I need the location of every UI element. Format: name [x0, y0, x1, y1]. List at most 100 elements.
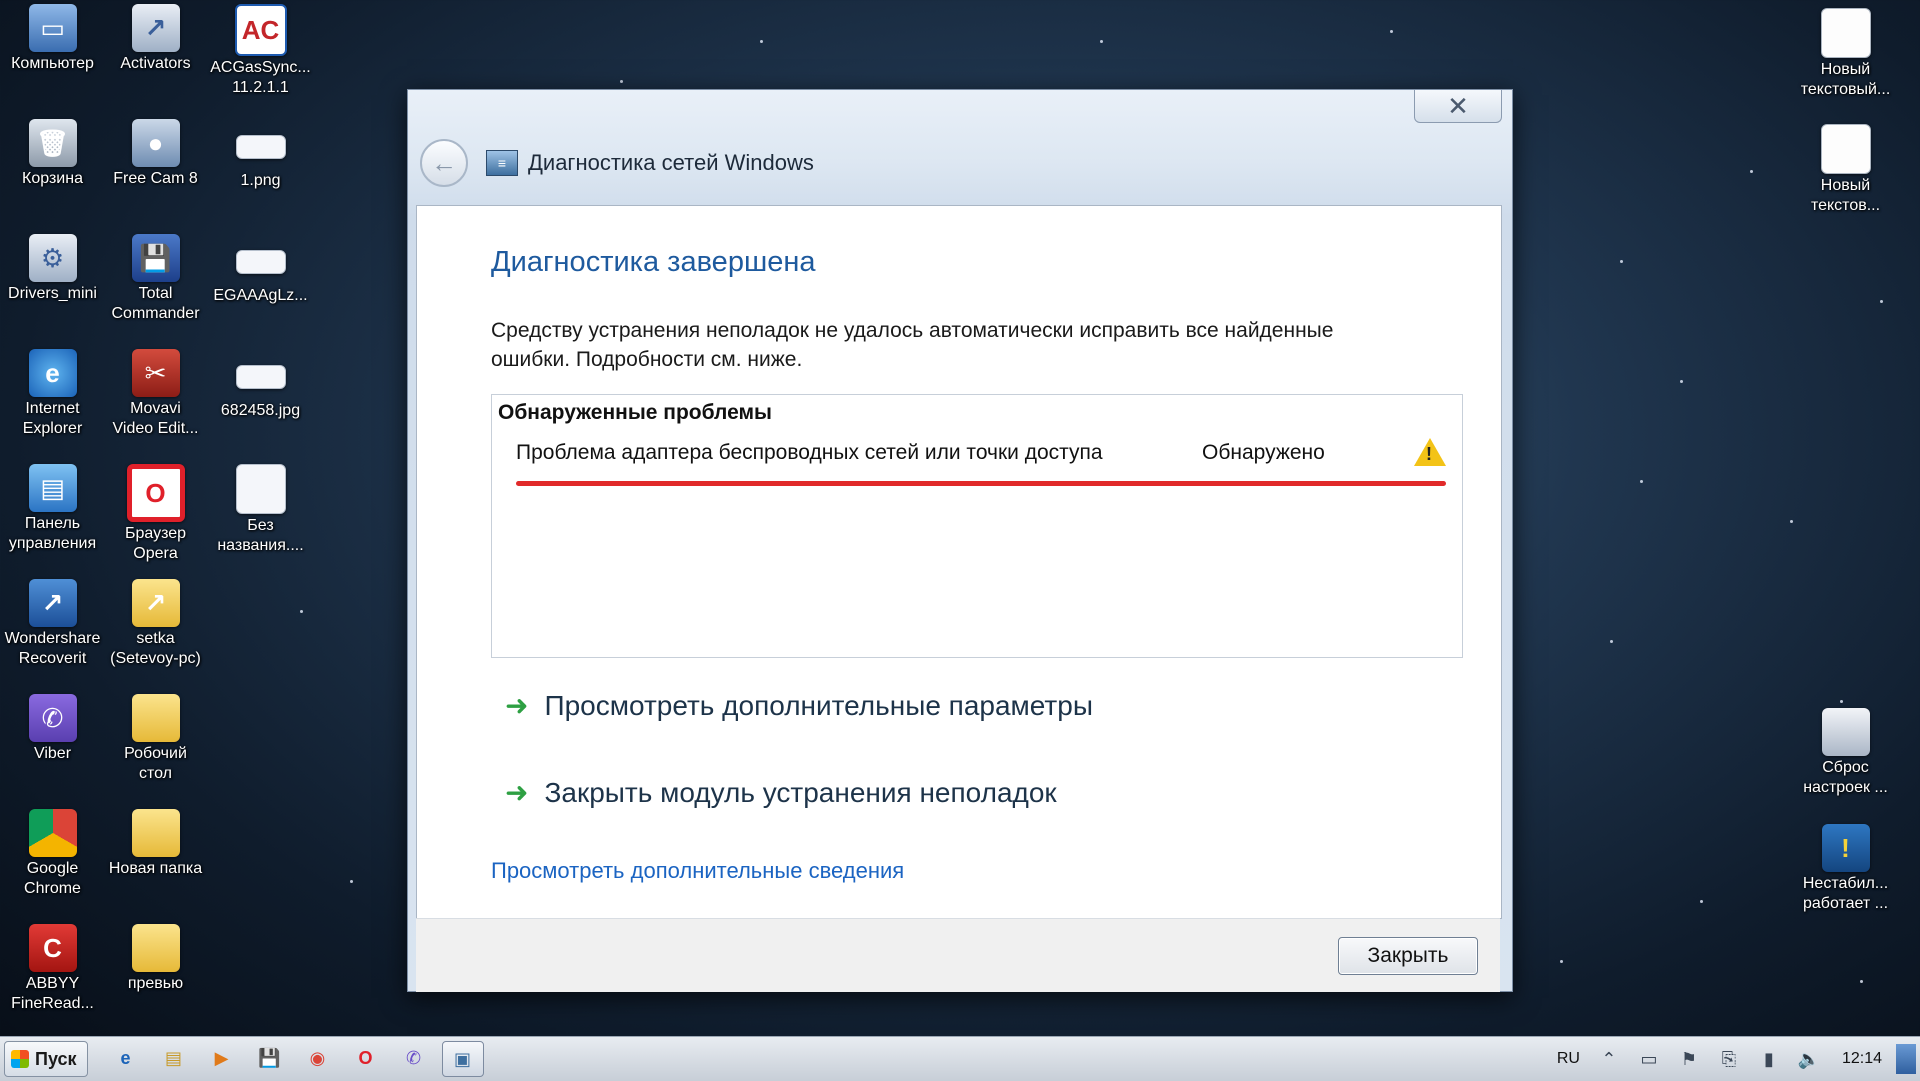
- desktop-icon[interactable]: Google Chrome: [0, 809, 105, 899]
- close-troubleshooter-link[interactable]: ➜ Закрыть модуль устранения неполадок: [505, 776, 1057, 809]
- desktop-icon[interactable]: ✆ Viber: [0, 694, 105, 764]
- problem-row[interactable]: Проблема адаптера беспроводных сетей или…: [516, 438, 1446, 467]
- acgassync-icon: AC: [234, 4, 287, 56]
- close-window-button[interactable]: ✕: [1414, 90, 1502, 123]
- desktop-icon[interactable]: превью: [103, 924, 208, 994]
- desktop-icon[interactable]: ✂ Movavi Video Edit...: [103, 349, 208, 439]
- desktop-icon-label: Internet Explorer: [22, 400, 83, 437]
- desktop-icon[interactable]: AC ACGasSync... 11.2.1.1: [208, 4, 313, 98]
- freecam-icon: ●: [131, 119, 180, 167]
- start-button[interactable]: Пуск: [4, 1041, 88, 1077]
- close-button[interactable]: Закрыть: [1338, 937, 1478, 975]
- show-desktop-button[interactable]: [1896, 1044, 1916, 1074]
- viber-taskbar-icon[interactable]: ✆: [394, 1041, 434, 1075]
- desktop-icon-label: Google Chrome: [24, 860, 81, 897]
- folder-icon: [131, 694, 180, 742]
- problems-header: Обнаруженные проблемы: [498, 401, 772, 424]
- desktop-icon[interactable]: 682458.jpg: [208, 349, 313, 421]
- view-additional-options-link[interactable]: ➜ Просмотреть дополнительные параметры: [505, 689, 1093, 722]
- desktop-icon[interactable]: Новая папка: [103, 809, 208, 879]
- folder-icon: [131, 809, 180, 857]
- desktop-icon-label: Новый текстов...: [1810, 177, 1881, 214]
- drivers-icon: ⚙: [28, 234, 77, 282]
- clock[interactable]: 12:14: [1842, 1050, 1882, 1068]
- volume-icon[interactable]: 🔈: [1796, 1046, 1822, 1072]
- desktop-icon[interactable]: Робочий стол: [103, 694, 208, 784]
- problem-status: Обнаружено: [1202, 441, 1325, 464]
- desktop-icon-label: 1.png: [240, 172, 281, 189]
- diagnostics-heading: Диагностика завершена: [491, 246, 816, 278]
- desktop-icon[interactable]: Новый текстовый...: [1793, 8, 1898, 100]
- back-button[interactable]: ←: [420, 139, 468, 187]
- desktop-icon[interactable]: 1.png: [208, 119, 313, 191]
- desktop-icon-label: Free Cam 8: [113, 170, 198, 187]
- explorer-taskbar-icon[interactable]: ▤: [154, 1041, 194, 1075]
- desktop-icon[interactable]: ↗ Wondershare Recoverit: [0, 579, 105, 669]
- desktop-icon-label: Нестабил... работает ...: [1802, 875, 1889, 912]
- desktop-icon-label: Браузер Opera: [124, 525, 187, 562]
- content-panel: Диагностика завершена Средству устранени…: [416, 205, 1502, 919]
- chrome-taskbar-icon[interactable]: ◉: [298, 1041, 338, 1075]
- viber-icon: ✆: [28, 694, 77, 742]
- desktop-icon[interactable]: ! Нестабил... работает ...: [1793, 824, 1898, 914]
- action-center-flag-icon[interactable]: ⚑: [1676, 1046, 1702, 1072]
- desktop-icon[interactable]: ▭ Компьютер: [0, 4, 105, 74]
- abbyy-icon: C: [28, 924, 77, 972]
- dialog-titlebar: ← ≡ Диагностика сетей Windows: [420, 139, 1500, 187]
- control-panel-icon: ▤: [28, 464, 77, 512]
- desktop-icon[interactable]: O Браузер Opera: [103, 464, 208, 564]
- monitor-icon[interactable]: ▭: [1636, 1046, 1662, 1072]
- desktop-icon-label: Панель управления: [8, 515, 97, 552]
- desktop-icon-label: Total Commander: [111, 285, 200, 322]
- show-hidden-icons-icon[interactable]: ⌃: [1596, 1046, 1622, 1072]
- warning-icon: !: [1414, 438, 1446, 466]
- back-arrow-icon: ←: [431, 147, 457, 178]
- action-label: Просмотреть дополнительные параметры: [544, 689, 1093, 721]
- network-diagnostics-taskbar-icon[interactable]: ▣: [441, 1041, 484, 1077]
- system-tray: RU ⌃ ▭ ⚑ ⎘ ▮ 🔈 12:14: [1557, 1037, 1920, 1081]
- desktop-icon[interactable]: Без названия....: [208, 464, 313, 556]
- recycle-bin-icon: 🗑: [28, 119, 77, 167]
- language-indicator[interactable]: RU: [1557, 1050, 1580, 1068]
- text-file-icon: [1820, 124, 1871, 174]
- media-player-taskbar-icon[interactable]: ▶: [202, 1041, 242, 1075]
- problems-box: Обнаруженные проблемы Проблема адаптера …: [491, 394, 1463, 658]
- desktop-icon-label: Корзина: [22, 170, 83, 187]
- desktop-icon[interactable]: Новый текстов...: [1793, 124, 1898, 216]
- desktop-icon[interactable]: 💾 Total Commander: [103, 234, 208, 324]
- red-underline-annotation: [516, 481, 1446, 486]
- green-arrow-icon: ➜: [505, 777, 529, 808]
- desktop-icon-label: превью: [127, 975, 184, 992]
- chrome-icon: [28, 809, 77, 857]
- desktop-icon[interactable]: Сброс настроек ...: [1793, 708, 1898, 798]
- movavi-icon: ✂: [131, 349, 180, 397]
- desktop-icon[interactable]: C ABBYY FineRead...: [0, 924, 105, 1014]
- desktop-icon-label: Activators: [120, 55, 191, 72]
- opera-taskbar-icon[interactable]: O: [346, 1041, 386, 1075]
- desktop-icon[interactable]: ▤ Панель управления: [0, 464, 105, 554]
- usb-device-icon[interactable]: ⎘: [1716, 1046, 1742, 1072]
- desktop-icon[interactable]: ↗ setka (Setevoy-pc): [103, 579, 208, 669]
- view-details-link[interactable]: Просмотреть дополнительные сведения: [491, 858, 904, 884]
- desktop-icon[interactable]: ● Free Cam 8: [103, 119, 208, 189]
- ie-taskbar-icon[interactable]: e: [106, 1041, 146, 1075]
- action-label: Закрыть модуль устранения неполадок: [544, 776, 1057, 808]
- activators-icon: ↗: [131, 4, 180, 52]
- desktop-icon[interactable]: e Internet Explorer: [0, 349, 105, 439]
- problem-name: Проблема адаптера беспроводных сетей или…: [516, 441, 1103, 464]
- internet-explorer-icon: e: [28, 349, 77, 397]
- desktop-icon[interactable]: ↗ Activators: [103, 4, 208, 74]
- setka-icon: ↗: [131, 579, 180, 627]
- desktop-icon-label: setka (Setevoy-pc): [110, 630, 201, 667]
- desktop-icon-label: EGAAAgLz...: [213, 287, 308, 304]
- image-file-icon: [235, 464, 286, 514]
- network-signal-icon[interactable]: ▮: [1756, 1046, 1782, 1072]
- total-commander-icon: 💾: [131, 234, 180, 282]
- desktop-icon-label: 682458.jpg: [220, 402, 301, 419]
- desktop-icon[interactable]: 🗑 Корзина: [0, 119, 105, 189]
- desktop-icon[interactable]: EGAAAgLz...: [208, 234, 313, 306]
- total-commander-taskbar-icon[interactable]: 💾: [250, 1041, 290, 1075]
- close-icon: ✕: [1447, 90, 1469, 121]
- desktop-icon[interactable]: ⚙ Drivers_mini: [0, 234, 105, 304]
- desktop-icon-label: Wondershare Recoverit: [4, 630, 101, 667]
